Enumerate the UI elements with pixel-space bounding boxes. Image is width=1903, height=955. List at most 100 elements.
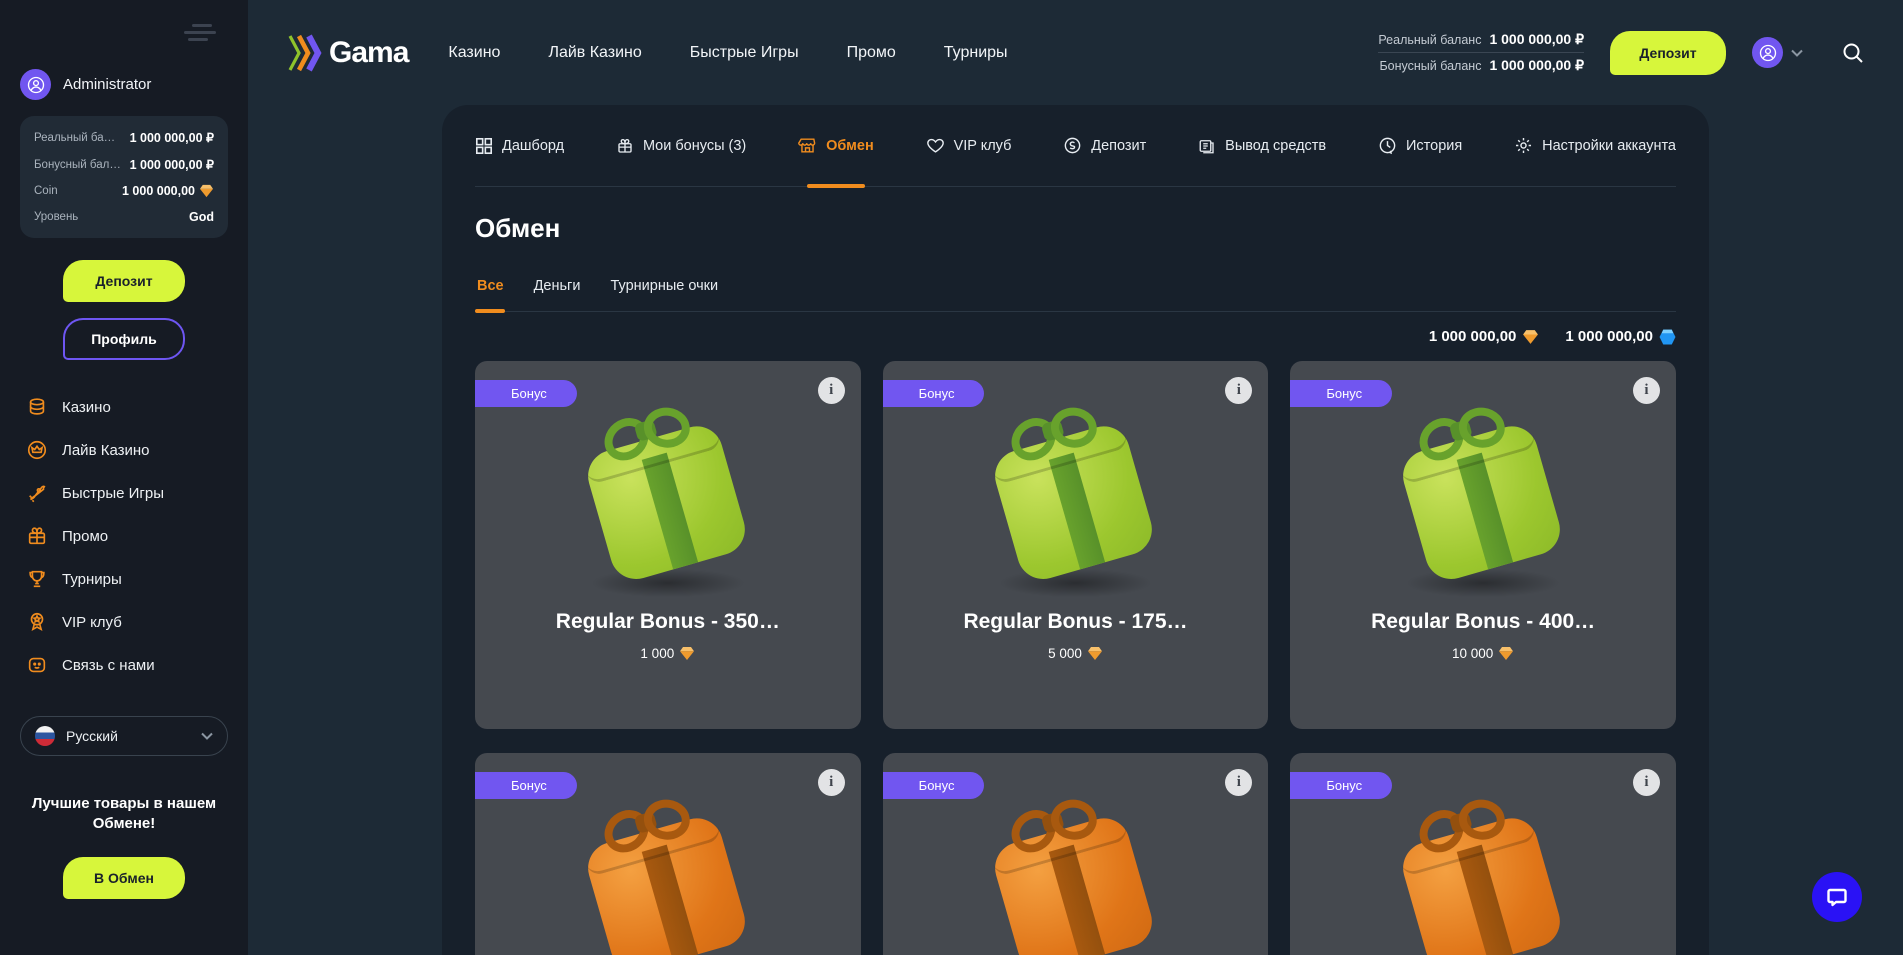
sidebar-exchange-button[interactable]: В Обмен [63,857,185,899]
filter-tournament-points[interactable]: Турнирные очки [608,270,720,311]
sidebar-item-fast-games[interactable]: Быстрые Игры [20,476,228,510]
tab-dashboard[interactable]: Дашборд [475,105,564,186]
language-selector[interactable]: Русский [20,716,228,756]
info-icon[interactable]: i [1633,377,1660,404]
search-icon[interactable] [1841,41,1865,65]
info-icon[interactable]: i [818,377,845,404]
gift-box-green-image [980,415,1170,600]
coin-icon [1063,136,1082,155]
top-nav-live-casino[interactable]: Лайв Казино [548,44,641,62]
header-balances: Реальный баланс 1 000 000,00 ₽ Бонусный … [1378,27,1584,78]
bonus-title: Regular Bonus - 400… [1290,610,1676,634]
bonus-card[interactable]: Бонус i [475,753,861,955]
tab-label: Мои бонусы (3) [643,138,746,154]
sidebar-item-label: Промо [62,528,108,545]
sidebar-nav: Казино Лайв Казино Быстрые Игры Промо [20,390,228,682]
bonus-badge: Бонус [883,772,985,799]
info-icon[interactable]: i [1633,769,1660,796]
real-balance: Реальный баланс 1 000 000,00 ₽ [1378,27,1584,52]
tab-history[interactable]: История [1378,105,1462,186]
top-nav-promo[interactable]: Промо [847,44,896,62]
bonus-card[interactable]: Бонус i Regular Bonus - 400… 10 000 [1290,361,1676,729]
balance-summary-card: Реальный ба… 1 000 000,00 ₽ Бонусный бал… [20,116,228,238]
bonus-card[interactable]: Бонус i [1290,753,1676,955]
level-label: Уровень [34,211,78,223]
tab-label: История [1406,138,1462,154]
sidebar-item-label: Связь с нами [62,657,155,674]
sidebar-deposit-button[interactable]: Депозит [63,260,185,302]
info-icon[interactable]: i [1225,377,1252,404]
tab-account-settings[interactable]: Настройки аккаунта [1514,105,1676,186]
bonus-title: Regular Bonus - 175… [883,610,1269,634]
gem-blue-icon [1659,329,1676,345]
level-value: God [189,210,214,224]
sidebar-item-contact[interactable]: Связь с нами [20,648,228,682]
top-nav-casino[interactable]: Казино [448,44,500,62]
top-nav: Казино Лайв Казино Быстрые Игры Промо Ту… [448,44,1007,62]
tab-my-bonuses[interactable]: Мои бонусы (3) [616,105,746,186]
bonus-badge: Бонус [883,380,985,407]
sidebar-item-tournaments[interactable]: Турниры [20,562,228,596]
bonus-balance-value: 1 000 000,00 ₽ [130,157,214,172]
tab-withdraw[interactable]: Вывод средств [1198,105,1326,186]
level-row: Уровень God [34,204,214,230]
bonus-balance-value: 1 000 000,00 ₽ [1489,57,1584,74]
info-icon[interactable]: i [818,769,845,796]
bonus-cards-grid: Бонус i Regular Bonus - 350… 1 000 Бонус… [475,361,1676,955]
live-chat-button[interactable] [1812,872,1862,922]
main-area: Gama Казино Лайв Казино Быстрые Игры Про… [248,0,1903,955]
wallet-blue-balance: 1 000 000,00 [1565,328,1676,345]
top-nav-tournaments[interactable]: Турниры [944,44,1008,62]
bonus-balance-label: Бонусный баланс [1379,59,1481,73]
tab-vip-club[interactable]: VIP клуб [926,105,1012,186]
tab-label: VIP клуб [954,138,1012,154]
sidebar: Administrator Реальный ба… 1 000 000,00 … [0,0,248,955]
sidebar-item-casino[interactable]: Казино [20,390,228,424]
bonus-card[interactable]: Бонус i [883,753,1269,955]
sidebar-item-label: Лайв Казино [62,442,150,459]
bonus-badge: Бонус [1290,380,1392,407]
heart-icon [926,136,945,155]
shop-icon [798,136,817,155]
wallet-balances: 1 000 000,00 1 000 000,00 [475,328,1676,345]
gift-box-orange-image [1388,807,1578,955]
bonus-badge: Бонус [475,380,577,407]
gift-box-orange-image [573,807,763,955]
sidebar-user[interactable]: Administrator [20,69,228,100]
user-avatar-icon [1752,37,1783,68]
account-menu[interactable] [1752,37,1803,68]
logo-chevrons-icon [287,33,323,73]
gama-logo[interactable]: Gama [287,33,408,73]
header-deposit-button[interactable]: Депозит [1610,31,1726,75]
tab-deposit[interactable]: Депозит [1063,105,1146,186]
bonus-card[interactable]: Бонус i Regular Bonus - 175… 5 000 [883,361,1269,729]
page-title: Обмен [475,213,1676,244]
gift-box-green-image [1388,415,1578,600]
bonus-balance: Бонусный баланс 1 000 000,00 ₽ [1378,52,1584,78]
info-icon[interactable]: i [1225,769,1252,796]
gift-box-green-image [573,415,763,600]
bonus-price: 5 000 [883,646,1269,661]
fast-games-icon [26,482,48,504]
gem-orange-icon [199,184,214,198]
bonus-badge: Бонус [475,772,577,799]
real-balance-label: Реальный баланс [1378,33,1481,47]
tab-label: Депозит [1091,138,1146,154]
filter-money[interactable]: Деньги [532,270,583,311]
filter-all[interactable]: Все [475,270,506,311]
bonus-badge: Бонус [1290,772,1392,799]
sidebar-item-promo[interactable]: Промо [20,519,228,553]
sidebar-item-vip-club[interactable]: VIP клуб [20,605,228,639]
bonus-card[interactable]: Бонус i Regular Bonus - 350… 1 000 [475,361,861,729]
gem-orange-icon [679,646,695,661]
user-avatar-icon [20,69,51,100]
menu-icon[interactable] [184,14,220,51]
top-nav-fast-games[interactable]: Быстрые Игры [690,44,799,62]
casino-icon [26,396,48,418]
sidebar-promo-text: Лучшие товары в нашем Обмене! [20,794,228,835]
sidebar-item-live-casino[interactable]: Лайв Казино [20,433,228,467]
tab-exchange[interactable]: Обмен [798,105,874,186]
history-icon [1378,136,1397,155]
sidebar-profile-button[interactable]: Профиль [63,318,185,360]
real-balance-row: Реальный ба… 1 000 000,00 ₽ [34,124,214,151]
